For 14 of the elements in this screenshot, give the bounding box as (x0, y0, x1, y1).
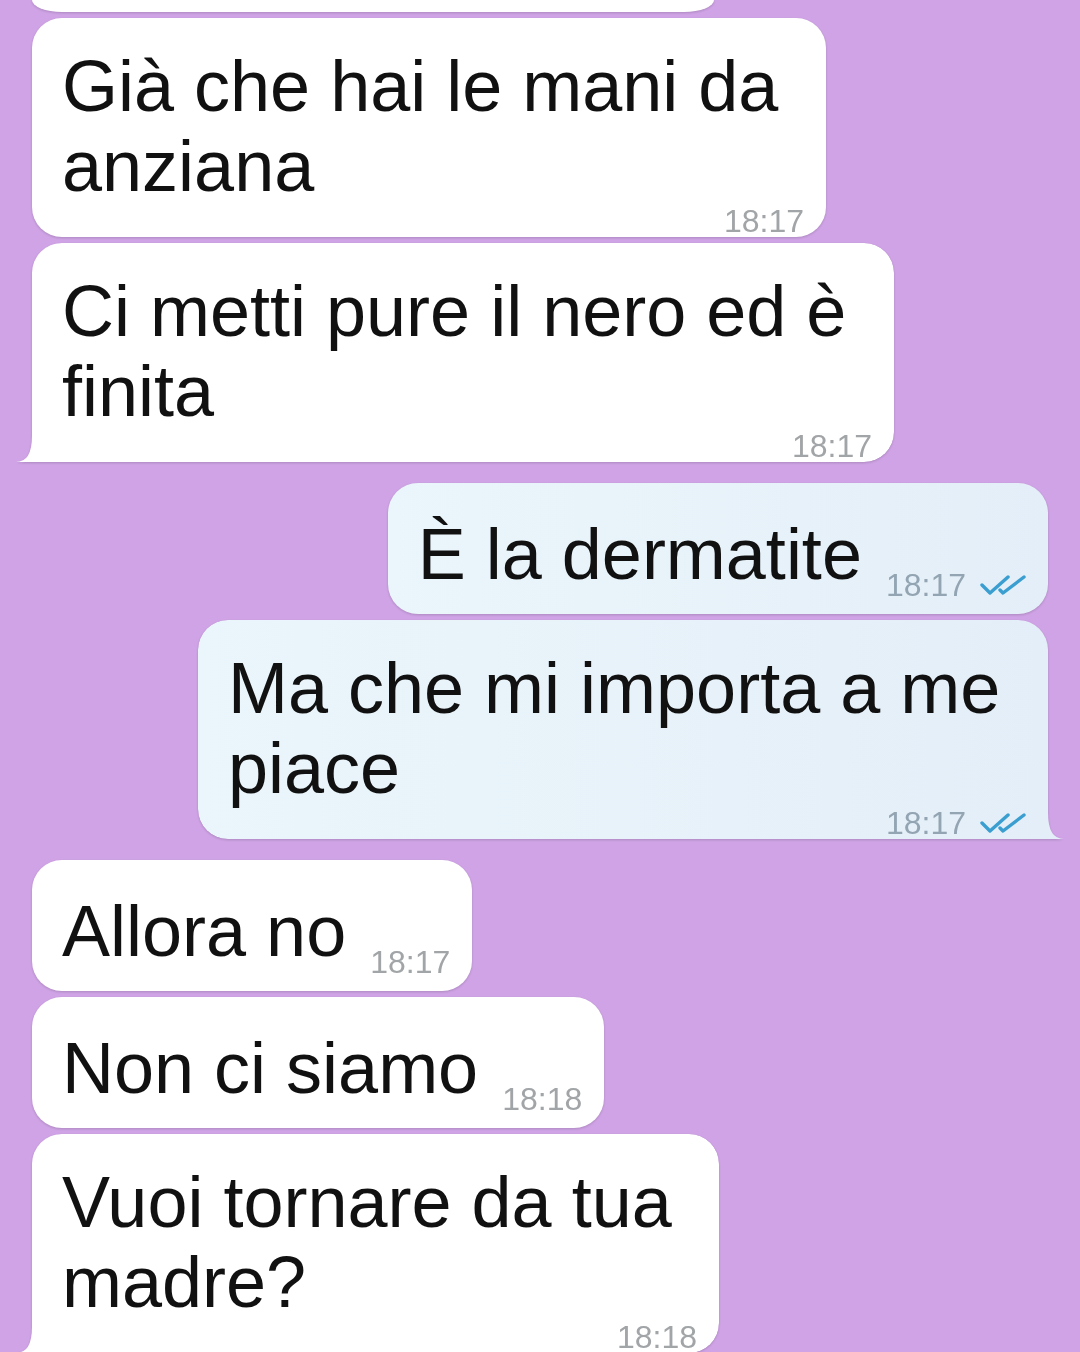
message-time: 18:18 (616, 1323, 697, 1351)
message-time: 18:17 (723, 207, 804, 235)
message-text: Ci metti pure il nero ed è finita (62, 271, 848, 431)
message-time: 18:18 (502, 1082, 583, 1116)
message-text: Vuoi tornare da tua madre? (62, 1162, 673, 1322)
message-text: Allora no (62, 890, 347, 973)
message-text: Già che hai le mani da anziana (62, 46, 780, 206)
message-text: Non ci siamo (62, 1027, 479, 1110)
message-time: 18:17 (370, 945, 451, 979)
message-time: 18:17 (885, 809, 966, 837)
message-time: 18:17 (791, 432, 872, 460)
message-time: 18:17 (885, 568, 966, 602)
message-text: È la dermatite (417, 513, 862, 596)
message-text: Ma che mi importa a me piace (228, 648, 1002, 808)
